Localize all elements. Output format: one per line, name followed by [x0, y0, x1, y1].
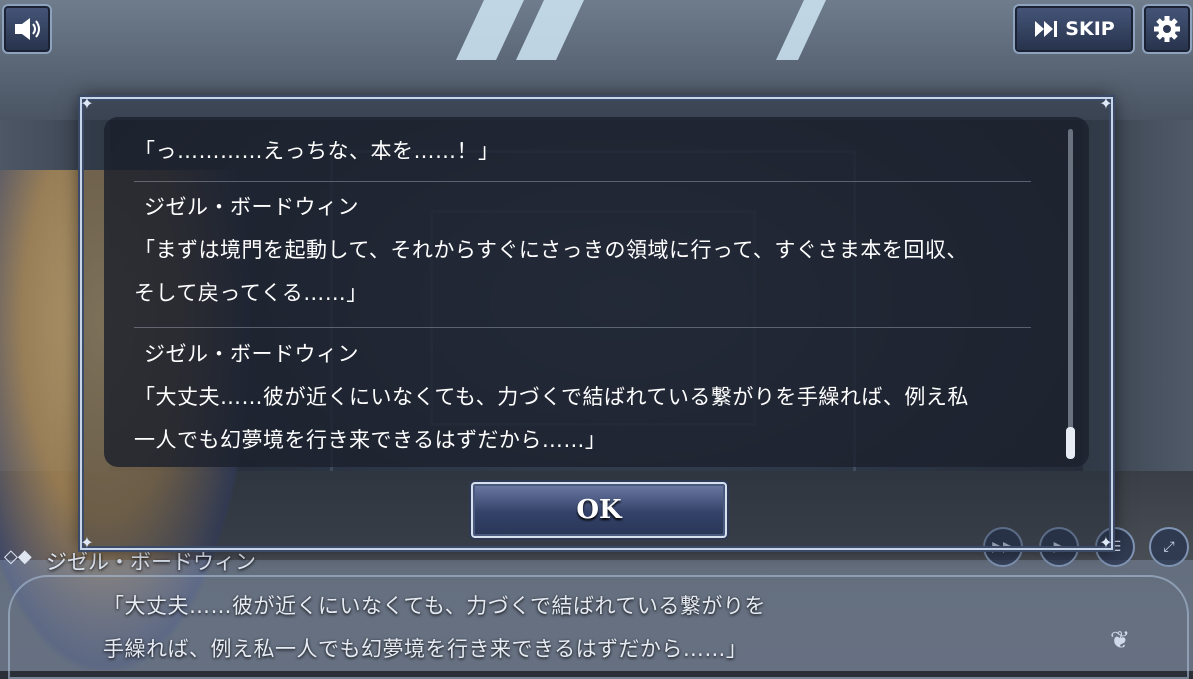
entry-divider	[134, 327, 1031, 328]
message-line: 「大丈夫……彼が近くにいなくても、力づくで結ばれている繋がりを	[103, 594, 766, 618]
volume-button[interactable]	[2, 4, 52, 54]
fullscreen-button[interactable]: ⤢	[1149, 527, 1189, 567]
backlog-entry: ジゼル・ボードウィン 「大丈夫……彼が近くにいなくても、力づくで結ばれている繋が…	[134, 333, 1034, 462]
backlog-entry: 「っ…………えっちな、本を……！」	[134, 130, 1034, 173]
corner-ornament-icon: ✦	[80, 533, 94, 552]
corner-ornament-icon: ✦	[1099, 533, 1113, 552]
backlog-text: そして戻ってくる……」	[134, 281, 368, 305]
backlog-text: 「大丈夫……彼が近くにいなくても、力づくで結ばれている繋がりを手繰れば、例え私	[134, 385, 969, 409]
backlog-entry: ジゼル・ボードウィン 「まずは境門を起動して、それからすぐにさっきの領域に行って…	[134, 186, 1034, 315]
backlog-text: 「まずは境門を起動して、それからすぐにさっきの領域に行って、すぐさま本を回収、	[134, 238, 968, 262]
message-line: 手繰れば、例え私一人でも幻夢境を行き来できるはずだから……」	[103, 637, 748, 661]
corner-ornament-icon: ✦	[80, 94, 94, 113]
fast-forward-icon	[1035, 21, 1058, 37]
backlog-speaker: ジゼル・ボードウィン	[144, 195, 359, 219]
settings-button[interactable]	[1142, 4, 1192, 54]
backlog-dialog: ✦ ✦ ✦ ✦ 「っ…………えっちな、本を……！」 ジゼル・ボードウィン 「まず…	[80, 94, 1113, 552]
emblem-icon: ❦	[1110, 626, 1131, 654]
fullscreen-icon: ⤢	[1163, 539, 1175, 555]
ok-button[interactable]: OK	[471, 482, 727, 538]
backlog-list[interactable]: 「っ…………えっちな、本を……！」 ジゼル・ボードウィン 「まずは境門を起動して…	[104, 117, 1089, 467]
speaker-icon	[15, 18, 40, 40]
speaker-marker-icon: ◇◆	[4, 546, 32, 567]
scrollbar-track[interactable]	[1068, 129, 1073, 459]
entry-divider	[134, 181, 1031, 182]
skip-button[interactable]: SKIP	[1013, 4, 1135, 54]
corner-ornament-icon: ✦	[1099, 94, 1113, 113]
skip-label: SKIP	[1065, 18, 1115, 40]
scrollbar-thumb[interactable]	[1066, 427, 1075, 459]
backlog-speaker: ジゼル・ボードウィン	[144, 342, 359, 366]
backlog-text: 一人でも幻夢境を行き来できるはずだから……」	[134, 428, 607, 452]
backlog-text: 「っ…………えっちな、本を……！」	[134, 139, 500, 163]
gear-icon	[1154, 16, 1180, 42]
